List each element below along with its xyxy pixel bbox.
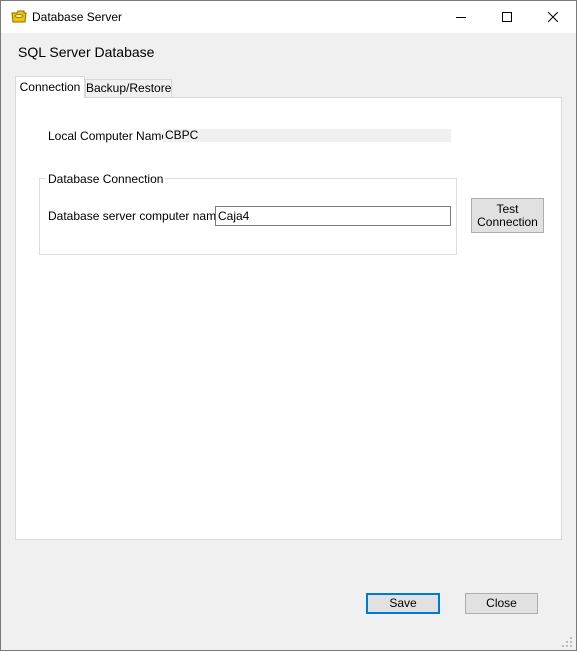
page-title: SQL Server Database [18,44,155,60]
tab-connection[interactable]: Connection [15,76,85,98]
connection-tab-panel [15,97,562,540]
test-button-line1: Test [496,201,519,216]
test-button-line2: Connection [477,214,538,229]
local-computer-name-value: CBPC [163,129,451,142]
local-computer-name-label: Local Computer Name: [48,129,172,143]
server-computer-name-input[interactable] [215,206,451,226]
close-icon [548,12,558,22]
window-title: Database Server [32,10,123,24]
database-server-window: Database Server SQL Server Database Back… [0,0,577,651]
save-button[interactable]: Save [366,593,440,614]
maximize-button[interactable] [484,1,530,33]
test-connection-button[interactable]: Test Connection [471,198,544,233]
server-computer-name-label: Database server computer name: [48,209,227,223]
minimize-icon [456,17,466,18]
minimize-button[interactable] [438,1,484,33]
database-connection-group-title: Database Connection [46,172,166,186]
close-button[interactable]: Close [465,593,538,614]
database-folder-icon [11,10,27,23]
title-bar[interactable]: Database Server [1,1,576,33]
maximize-icon [502,12,512,22]
tab-backup-restore[interactable]: Backup/Restore [85,79,172,98]
close-window-button[interactable] [530,1,576,33]
resize-grip-icon[interactable] [562,636,572,647]
